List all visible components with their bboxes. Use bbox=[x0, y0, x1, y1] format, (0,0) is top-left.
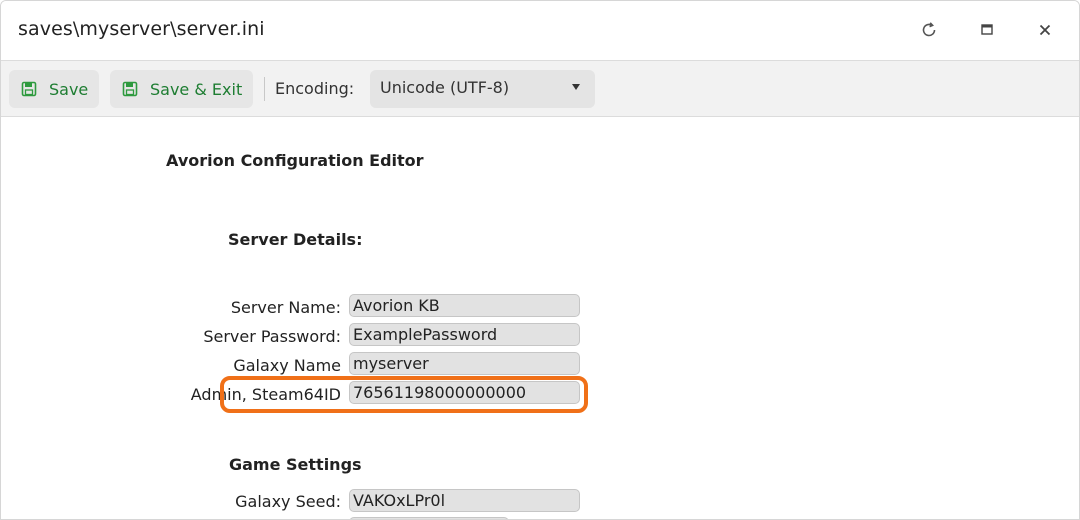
encoding-value: Unicode (UTF-8) bbox=[380, 78, 510, 97]
admin-steam64id-input[interactable] bbox=[349, 381, 580, 404]
encoding-label: Encoding: bbox=[275, 79, 355, 98]
dropdown-arrow-icon bbox=[572, 84, 580, 90]
save-icon bbox=[122, 81, 138, 97]
close-button[interactable] bbox=[1030, 15, 1060, 45]
server-name-label: Server Name: bbox=[230, 298, 341, 317]
server-password-label: Server Password: bbox=[203, 327, 341, 346]
save-exit-button[interactable]: Save & Exit bbox=[110, 70, 253, 108]
close-icon bbox=[1039, 24, 1051, 36]
server-name-input[interactable] bbox=[349, 294, 580, 317]
title-bar: saves\myserver\server.ini bbox=[1, 1, 1079, 61]
reload-icon bbox=[922, 22, 936, 37]
galaxy-name-label: Galaxy Name bbox=[233, 356, 341, 375]
toolbar-divider bbox=[264, 77, 265, 101]
save-icon bbox=[21, 81, 37, 97]
window-title: saves\myserver\server.ini bbox=[18, 18, 265, 40]
maximize-button[interactable] bbox=[972, 15, 1002, 45]
editor-window: saves\myserver\server.ini Save Save & Ex… bbox=[0, 0, 1080, 520]
encoding-select[interactable]: Unicode (UTF-8) bbox=[370, 70, 595, 108]
galaxy-name-input[interactable] bbox=[349, 352, 580, 375]
admin-steam64id-label: Admin, Steam64ID bbox=[190, 385, 341, 404]
save-button[interactable]: Save bbox=[9, 70, 99, 108]
maximize-icon bbox=[981, 24, 993, 35]
game-settings-heading: Game Settings bbox=[229, 455, 362, 474]
save-exit-button-label: Save & Exit bbox=[150, 79, 243, 99]
editor-title: Avorion Configuration Editor bbox=[166, 151, 424, 170]
config-editor: Avorion Configuration Editor Server Deta… bbox=[1, 117, 1079, 519]
server-password-input[interactable] bbox=[349, 323, 580, 346]
toolbar: Save Save & Exit Encoding: Unicode (UTF-… bbox=[1, 61, 1079, 117]
galaxy-seed-label: Galaxy Seed: bbox=[235, 492, 341, 511]
save-button-label: Save bbox=[49, 79, 89, 99]
galaxy-seed-input[interactable] bbox=[349, 489, 580, 512]
server-details-heading: Server Details: bbox=[228, 230, 363, 249]
reload-button[interactable] bbox=[914, 15, 944, 45]
